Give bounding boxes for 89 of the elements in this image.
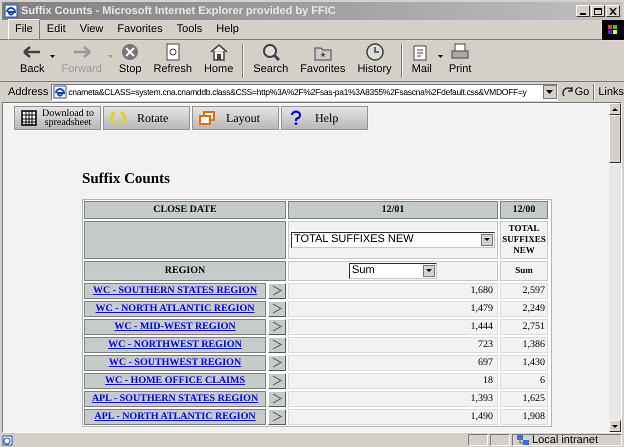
table-cell: 2,751 — [500, 318, 548, 334]
menu-item[interactable]: Edit — [40, 19, 73, 40]
toolbar-button[interactable]: Rotate — [103, 106, 190, 130]
toolbar-button[interactable]: Print — [442, 42, 478, 80]
table-cell: 2,249 — [500, 300, 548, 316]
menu-item[interactable]: Tools — [170, 19, 210, 40]
table-cell: 1,908 — [500, 408, 548, 424]
expand-button[interactable] — [268, 408, 286, 424]
toolbar-button[interactable]: Help — [281, 106, 368, 130]
window-title: Suffix Counts - Microsoft Internet Explorer provided by FFIC — [21, 4, 337, 19]
status-zone: Local intranet — [512, 434, 622, 446]
statistic-dropdown[interactable]: Sum — [349, 262, 437, 278]
table-cell: 1,680 — [288, 282, 498, 298]
windows-icon — [199, 110, 215, 126]
table-cell: 1,444 — [288, 318, 498, 334]
browser-icon — [4, 4, 18, 18]
toolbar-button[interactable]: Favorites — [294, 42, 352, 80]
address-text: cnameta&CLASS=system.cna.cnamddb.class&CSS=http%3A%2F%2Fsas-pa1%3A8355%2Fsascna%2Fdefault.css&VMDOFF=y — [68, 86, 528, 98]
menu-item[interactable]: View — [72, 19, 110, 40]
table-cell: 697 — [288, 354, 498, 370]
caret-icon — [546, 90, 554, 94]
column-header: Sum — [500, 260, 548, 280]
up-arrow-icon — [612, 108, 618, 110]
history-icon — [364, 43, 385, 62]
table-cell: 2,597 — [500, 282, 548, 298]
row-header: REGION — [84, 260, 286, 280]
table-cell: 1,490 — [288, 408, 498, 424]
toolbar-button[interactable]: History — [351, 42, 398, 80]
page-icon — [53, 85, 68, 99]
table-cell: 6 — [500, 372, 548, 388]
toolbar-button[interactable]: Search — [247, 42, 294, 80]
minimize-button[interactable] — [576, 5, 590, 17]
expand-button[interactable] — [268, 372, 286, 388]
table-cell: 1,386 — [500, 336, 548, 352]
measure-dropdown[interactable]: TOTAL SUFFIXES NEW — [291, 232, 495, 248]
expand-button[interactable] — [268, 336, 286, 352]
address-field[interactable]: cnameta&CLASS=system.cna.cnamddb.class&CSS=http%3A%2F%2Fsas-pa1%3A8355%2Fsascna%2Fdefault.css&VMDOFF=y — [51, 84, 558, 100]
toolbar-button[interactable]: Layout — [192, 106, 279, 130]
address-label: Address — [8, 84, 48, 100]
menu-item[interactable]: File — [8, 19, 40, 40]
scrollbar[interactable] — [609, 103, 621, 432]
links-button[interactable]: Links — [597, 84, 624, 100]
brackets-icon — [110, 110, 126, 126]
help-icon — [288, 110, 304, 126]
dropdown-button[interactable] — [481, 234, 493, 246]
maximize-button[interactable] — [591, 5, 605, 17]
dropdown-button[interactable] — [542, 85, 557, 99]
stop-icon — [120, 43, 140, 62]
expand-button[interactable] — [268, 318, 286, 334]
table-cell: 723 — [288, 336, 498, 352]
grid-icon — [21, 110, 37, 126]
flag-icon — [608, 24, 618, 34]
caret-icon — [426, 269, 432, 272]
toolbar-button[interactable]: Download to spreadsheet — [14, 106, 101, 130]
maximize-icon — [594, 8, 602, 14]
toolbar-button[interactable]: Home — [198, 42, 240, 80]
table-cell: 18 — [288, 372, 498, 388]
column-header: 12/00 — [500, 200, 548, 218]
menu-item[interactable]: Help — [209, 19, 246, 40]
toolbar-button[interactable]: Refresh — [147, 42, 198, 80]
table-cell: 1,625 — [500, 390, 548, 406]
table-cell: 1,479 — [288, 300, 498, 316]
page-heading: Suffix Counts — [82, 170, 171, 189]
table-cell: 1,430 — [500, 354, 548, 370]
column-header: TOTAL SUFFIXES NEW — [500, 220, 548, 258]
close-icon — [609, 8, 617, 14]
toolbar-button[interactable]: Mail — [406, 42, 438, 80]
print-icon — [450, 43, 470, 62]
close-button[interactable] — [606, 5, 620, 17]
table-cell: 1,393 — [288, 390, 498, 406]
dropdown-button[interactable] — [423, 264, 435, 276]
column-header: 12/01 — [288, 200, 498, 218]
search-icon — [260, 43, 281, 62]
toolbar-button[interactable]: Stop — [112, 42, 148, 80]
scrollbar-thumb[interactable] — [609, 115, 621, 163]
column-header: CLOSE DATE — [84, 200, 286, 218]
down-arrow-icon — [612, 424, 618, 428]
network-icon — [517, 435, 529, 445]
expand-button[interactable] — [268, 354, 286, 370]
go-button[interactable]: Go — [560, 84, 592, 100]
expand-button[interactable] — [268, 282, 286, 298]
expand-button[interactable] — [268, 390, 286, 406]
menu-item[interactable]: Favorites — [110, 19, 170, 40]
page-icon — [2, 434, 14, 446]
caret-icon — [484, 238, 490, 241]
go-arrow-icon — [562, 86, 574, 98]
toolbar-button[interactable]: Back — [14, 42, 50, 80]
home-icon — [208, 43, 229, 62]
expand-button[interactable] — [268, 300, 286, 316]
